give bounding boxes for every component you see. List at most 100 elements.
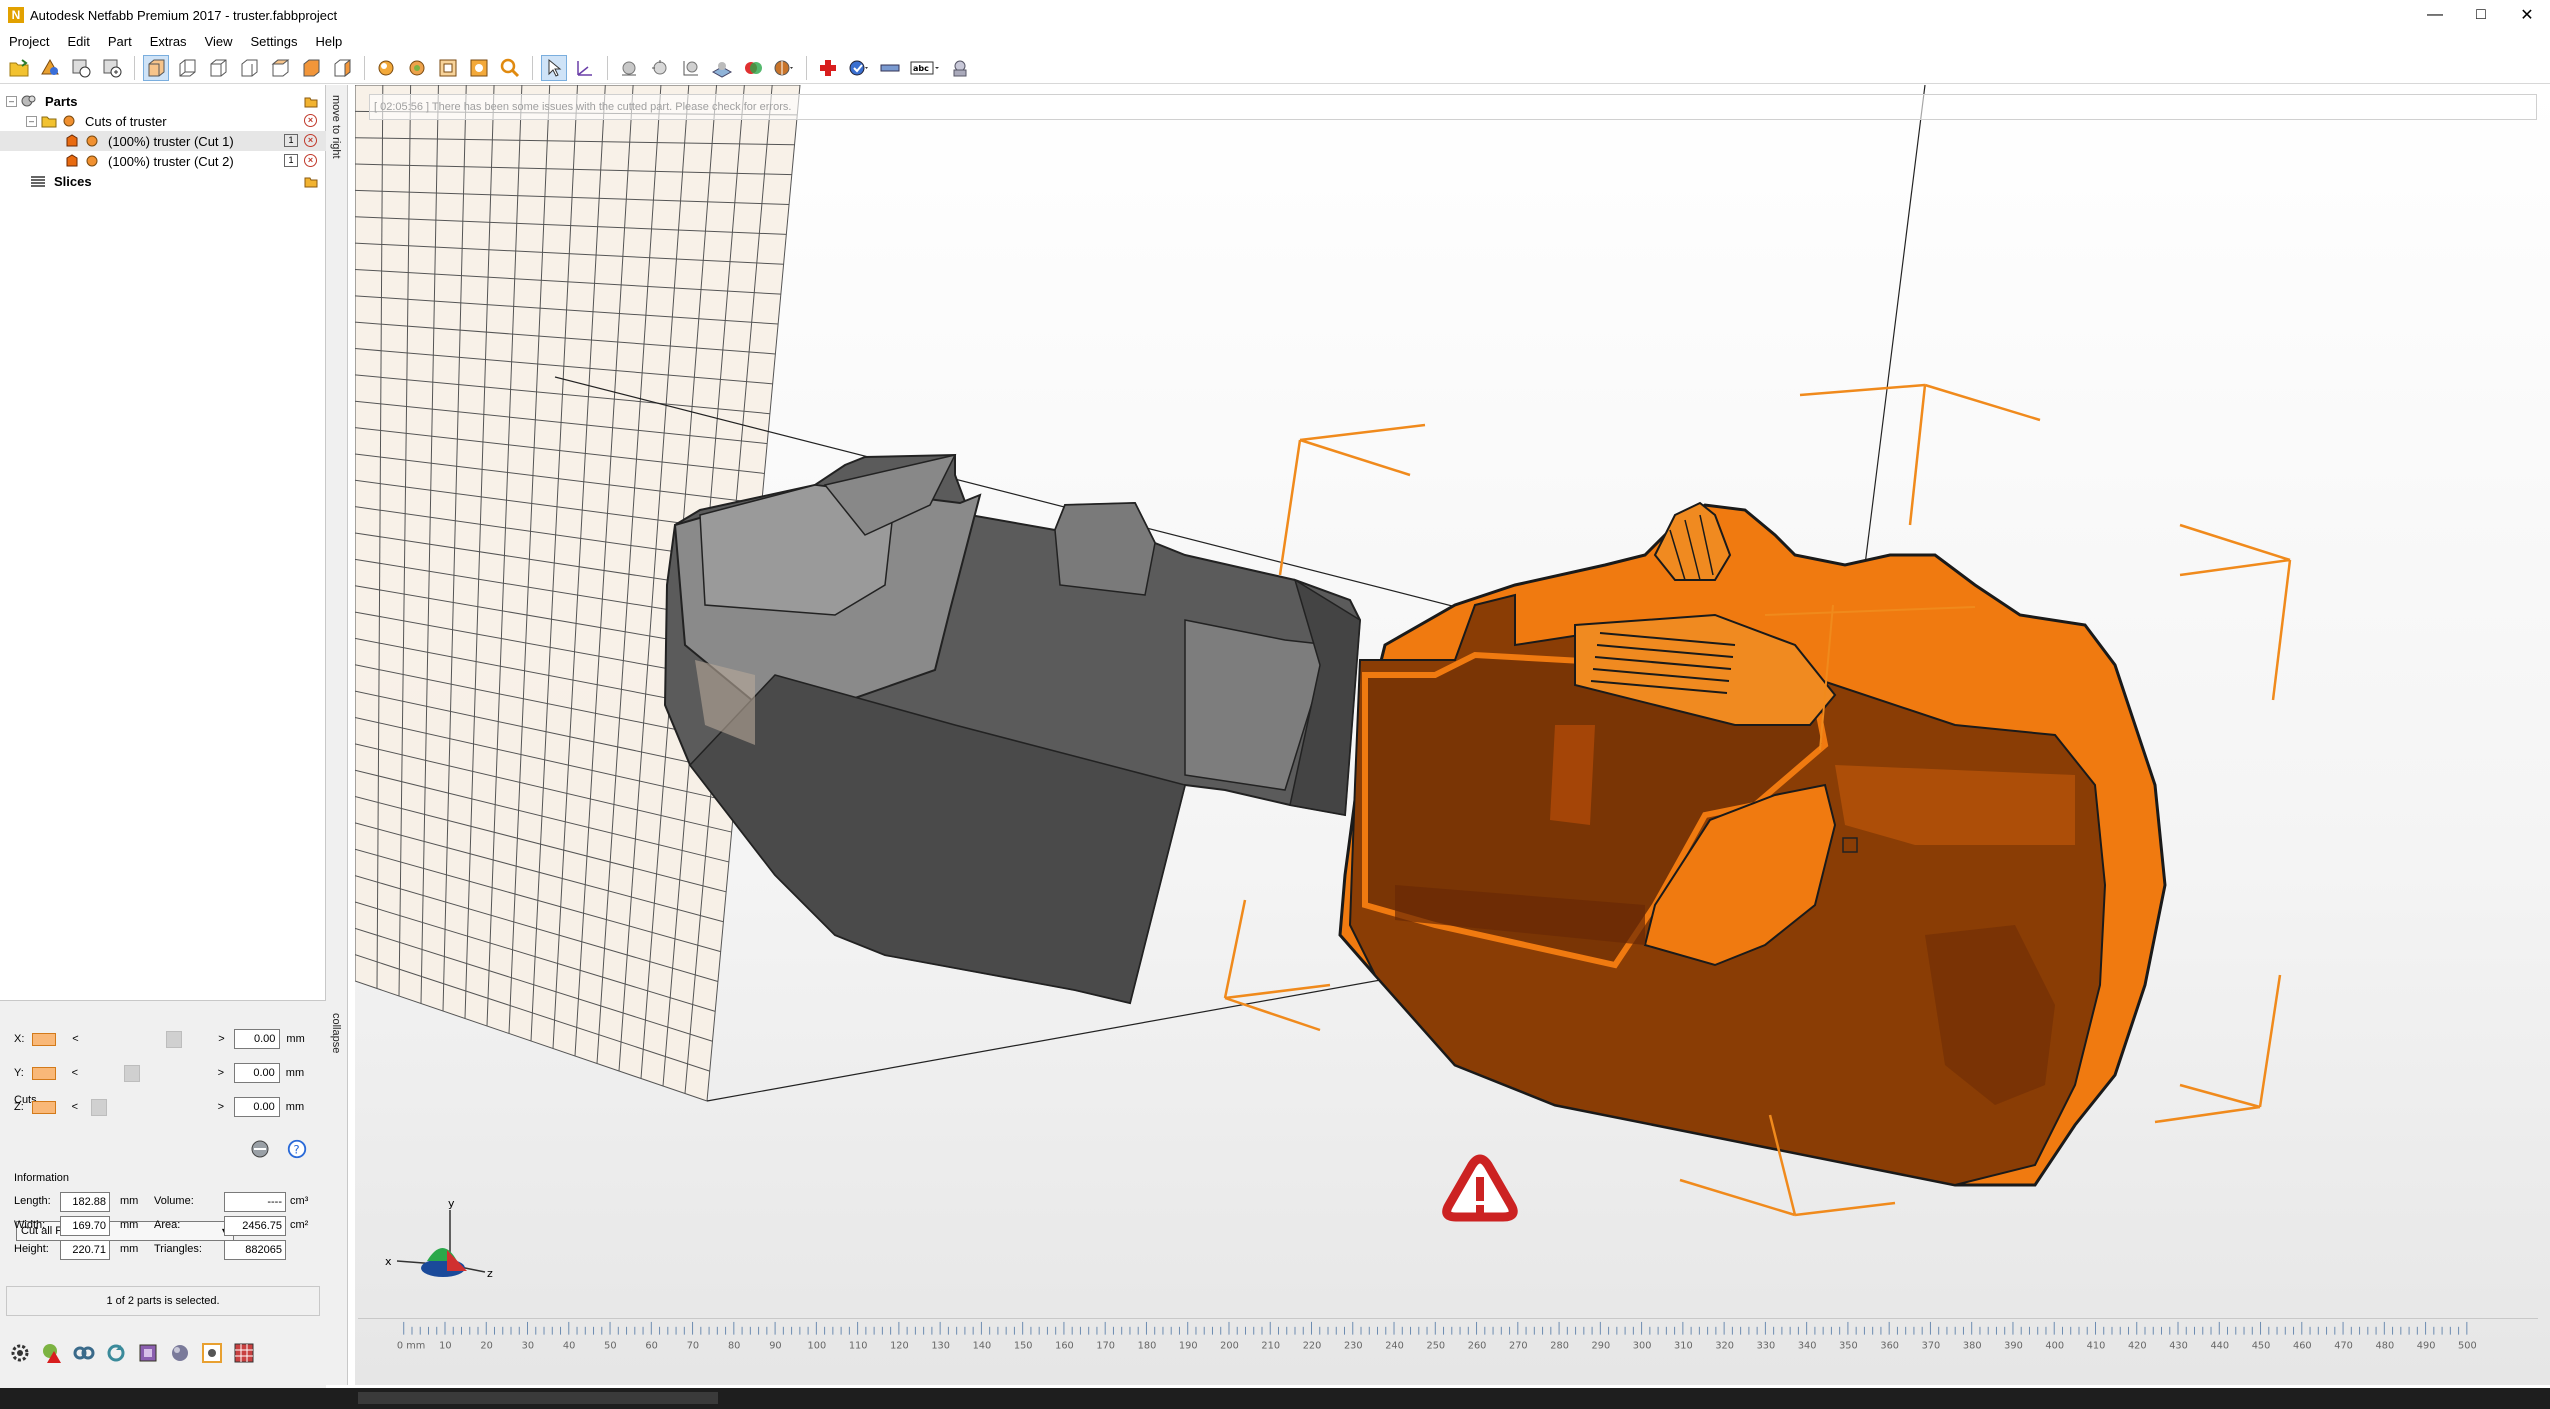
- axis-x-value-input[interactable]: 0.00: [234, 1029, 281, 1049]
- collapse-toggle-icon[interactable]: –: [6, 95, 17, 107]
- ruler-label: 230: [1344, 1340, 1363, 1351]
- height-label: Height:: [14, 1243, 49, 1255]
- axis-y-color[interactable]: [31, 1066, 56, 1080]
- minimize-icon[interactable]: —: [2412, 0, 2458, 30]
- ruler-label: 240: [1385, 1340, 1404, 1351]
- menu-view[interactable]: View: [196, 34, 242, 49]
- ruler-label: 310: [1674, 1340, 1693, 1351]
- axis-z-value-input[interactable]: 0.00: [233, 1097, 280, 1117]
- axis-z-next-button[interactable]: >: [214, 1101, 228, 1113]
- rotate-view-icon[interactable]: [373, 55, 399, 81]
- open-project-icon[interactable]: [6, 55, 32, 81]
- cut-axis-x-row: X: < > 0.00 mm: [14, 1028, 314, 1050]
- scroll-thumb[interactable]: [358, 1392, 718, 1404]
- axis-x-prev-button[interactable]: <: [68, 1033, 82, 1045]
- menu-extras[interactable]: Extras: [141, 34, 196, 49]
- add-folder-icon[interactable]: [304, 94, 318, 108]
- new-slice-icon[interactable]: [99, 55, 125, 81]
- ruler-label: 500: [2458, 1340, 2477, 1351]
- snapshot-icon[interactable]: [947, 55, 973, 81]
- menu-project[interactable]: Project: [0, 34, 58, 49]
- remove-part-icon[interactable]: ×: [304, 154, 317, 167]
- axis-z-slider-thumb[interactable]: [91, 1099, 108, 1116]
- render-light-icon[interactable]: [647, 55, 673, 81]
- axis-x-color[interactable]: [32, 1032, 57, 1046]
- render-mode-dropdown-icon[interactable]: [771, 55, 797, 81]
- move-to-right-button[interactable]: move to right: [330, 95, 342, 159]
- bottom-scrollbar[interactable]: [0, 1388, 2550, 1409]
- select-pointer-icon[interactable]: [541, 54, 567, 81]
- axis-y-slider-thumb[interactable]: [123, 1065, 140, 1082]
- add-slice-icon[interactable]: [304, 174, 318, 188]
- menu-help[interactable]: Help: [307, 34, 352, 49]
- height-value: 220.71: [60, 1240, 110, 1260]
- axis-z-slider[interactable]: [86, 1098, 210, 1116]
- zoom-icon[interactable]: [497, 55, 523, 81]
- gear-icon[interactable]: [8, 1341, 32, 1365]
- visibility-toggle-icon[interactable]: 1: [284, 134, 298, 147]
- axis-x-next-button[interactable]: >: [214, 1033, 228, 1045]
- axis-x-slider-thumb[interactable]: [166, 1031, 183, 1048]
- tree-node-cut-2[interactable]: (100%) truster (Cut 2) 1 ×: [0, 151, 326, 171]
- sphere-icon[interactable]: [168, 1341, 192, 1365]
- view-back-icon[interactable]: [174, 55, 200, 81]
- menu-edit[interactable]: Edit: [58, 34, 98, 49]
- view-left-icon[interactable]: [205, 55, 231, 81]
- tree-node-cut-1[interactable]: (100%) truster (Cut 1) 1 ×: [0, 131, 326, 151]
- svg-text:abc: abc: [913, 64, 929, 73]
- view-front-icon[interactable]: [143, 54, 169, 81]
- refresh-icon[interactable]: [104, 1341, 128, 1365]
- measure-axis-icon[interactable]: [572, 55, 598, 81]
- view-top-icon[interactable]: [267, 55, 293, 81]
- render-axes-icon[interactable]: [678, 55, 704, 81]
- axis-y-slider[interactable]: [86, 1064, 210, 1082]
- tree-node-parts[interactable]: – Parts: [6, 91, 322, 111]
- area-value: 2456.75: [224, 1216, 286, 1236]
- link-icon[interactable]: [72, 1341, 96, 1365]
- ruler-label: 470: [2334, 1340, 2353, 1351]
- axis-y-next-button[interactable]: >: [214, 1067, 228, 1079]
- view-iso-icon[interactable]: [329, 55, 355, 81]
- new-cut-icon[interactable]: [68, 55, 94, 81]
- repair-cross-icon[interactable]: [815, 55, 841, 81]
- axis-z-prev-button[interactable]: <: [68, 1101, 82, 1113]
- zoom-selection-icon[interactable]: [466, 55, 492, 81]
- view-right-icon[interactable]: [236, 55, 262, 81]
- help-icon[interactable]: ?: [286, 1138, 308, 1160]
- collapse-toggle-icon[interactable]: –: [26, 115, 37, 127]
- close-icon[interactable]: ✕: [2504, 0, 2550, 30]
- maximize-icon[interactable]: □: [2458, 0, 2504, 30]
- part-box-icon[interactable]: [136, 1341, 160, 1365]
- analysis-dropdown-icon[interactable]: [846, 55, 872, 81]
- menu-settings[interactable]: Settings: [242, 34, 307, 49]
- tree-node-slices[interactable]: Slices: [26, 171, 322, 191]
- execute-cut-icon[interactable]: [248, 1137, 272, 1161]
- view-bottom-icon[interactable]: [298, 55, 324, 81]
- axis-x-slider[interactable]: [86, 1030, 210, 1048]
- axis-y-value-input[interactable]: 0.00: [233, 1063, 280, 1083]
- grid-cube-icon[interactable]: [232, 1341, 256, 1365]
- 3d-viewport[interactable]: y x z [ 02:05:56 ] There has been some i…: [355, 85, 2550, 1385]
- remove-group-icon[interactable]: ×: [304, 114, 317, 127]
- axis-y-prev-button[interactable]: <: [68, 1067, 82, 1079]
- mesh-warning-icon[interactable]: [40, 1341, 64, 1365]
- menu-part[interactable]: Part: [99, 34, 141, 49]
- visibility-toggle-icon[interactable]: 1: [284, 154, 298, 167]
- render-platform-icon[interactable]: [709, 55, 735, 81]
- highlight-frame-icon[interactable]: [200, 1341, 224, 1365]
- pan-view-icon[interactable]: [404, 55, 430, 81]
- add-part-icon[interactable]: [37, 55, 63, 81]
- zoom-fit-icon[interactable]: [435, 55, 461, 81]
- axis-z-color[interactable]: [31, 1100, 56, 1114]
- remove-part-icon[interactable]: ×: [304, 134, 317, 147]
- part-cut-1-mesh[interactable]: [1338, 501, 2167, 1187]
- warning-triangle-icon[interactable]: [1442, 1154, 1518, 1222]
- ruler-icon[interactable]: [877, 55, 903, 81]
- render-sphere-icon[interactable]: [616, 55, 642, 81]
- render-color-icon[interactable]: [740, 55, 766, 81]
- collapse-button[interactable]: collapse: [330, 1013, 342, 1053]
- part-cut-2-mesh[interactable]: [663, 453, 1362, 1005]
- scene-canvas[interactable]: y x z: [355, 85, 2550, 1385]
- label-text-icon[interactable]: abc: [908, 55, 942, 81]
- tree-node-group[interactable]: – Cuts of truster ×: [26, 111, 322, 131]
